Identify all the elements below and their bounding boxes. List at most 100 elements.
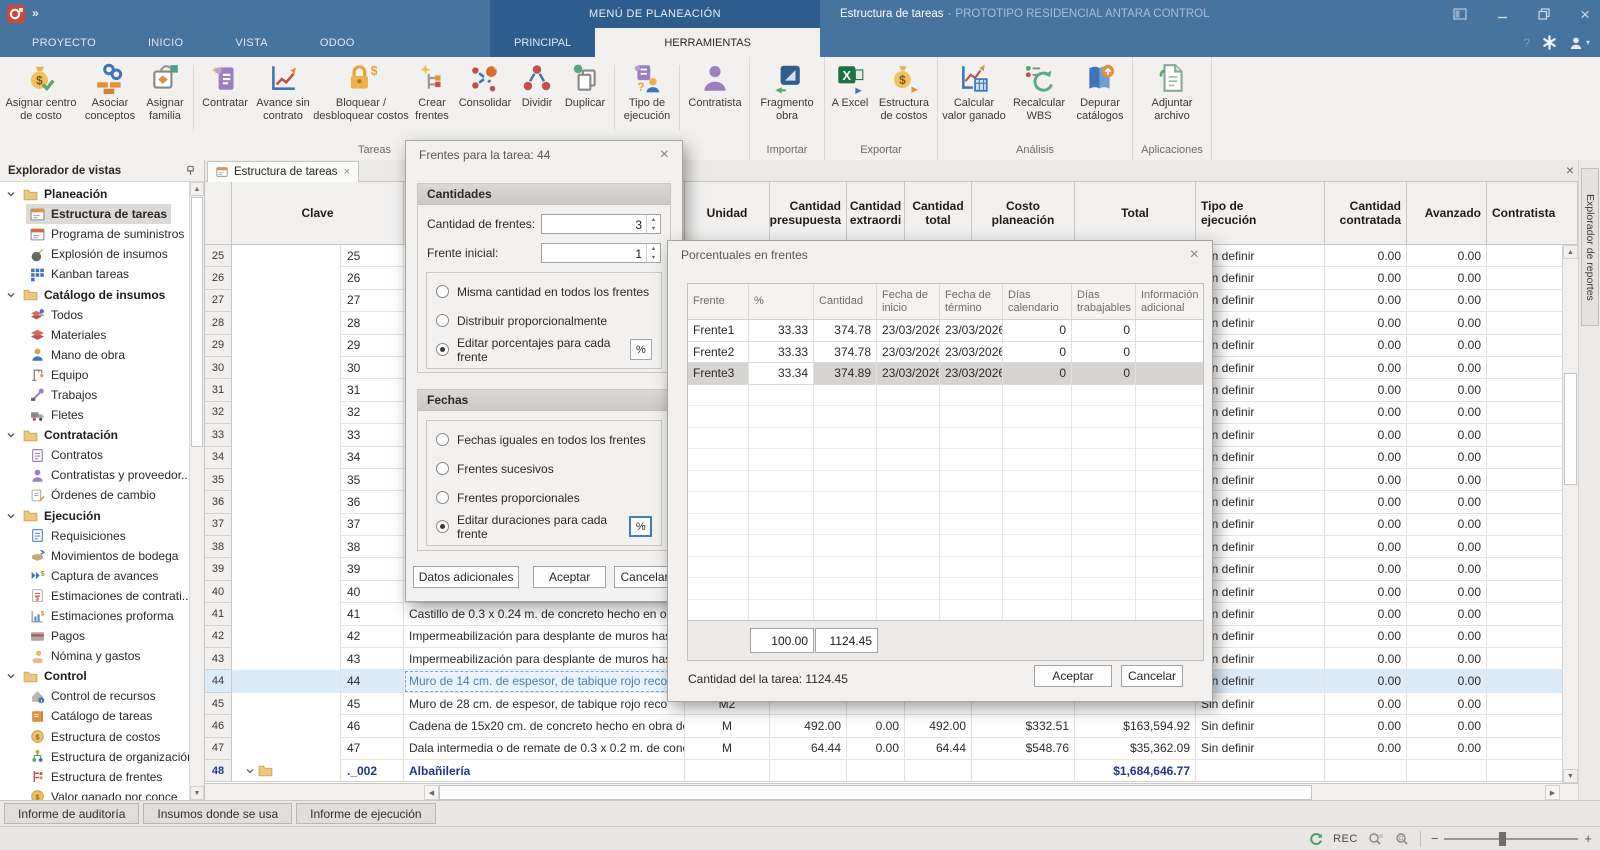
radio-editar-porcentajes-para-cada-frente[interactable]: Editar porcentajes para cada frente% bbox=[436, 335, 652, 364]
sidebar-item-planeacion[interactable]: Planeación bbox=[0, 184, 204, 204]
zoom-slider-thumb[interactable] bbox=[1499, 832, 1506, 846]
cell-cc[interactable]: 0.00 bbox=[1325, 402, 1407, 424]
user-account-icon[interactable]: ▾ bbox=[1569, 36, 1590, 50]
column-header-clave[interactable]: Clave bbox=[232, 182, 404, 244]
percent-button[interactable]: % bbox=[630, 339, 652, 360]
sidebar-item-estimaciones-de-contrati[interactable]: $Estimaciones de contrati... bbox=[0, 586, 204, 606]
cell-cp[interactable]: 64.44 bbox=[770, 738, 847, 760]
cell-tipo[interactable]: Sin definir bbox=[1196, 491, 1325, 513]
ribbon-a-excel[interactable]: XA Excel bbox=[827, 61, 873, 110]
row-number[interactable]: 38 bbox=[205, 536, 232, 558]
cell-clave[interactable]: 34 bbox=[341, 447, 404, 469]
pct-cell[interactable]: 23/03/2026 bbox=[940, 363, 1003, 385]
row-number[interactable]: 43 bbox=[205, 648, 232, 670]
cell-cc[interactable]: 0.00 bbox=[1325, 267, 1407, 289]
sidebar-item-contratistas-y-proveedor[interactable]: Contratistas y proveedor... bbox=[0, 465, 204, 485]
tree-indent-cell[interactable] bbox=[232, 402, 341, 424]
cell-clave[interactable]: 41 bbox=[341, 603, 404, 625]
cell-tipo[interactable]: Sin definir bbox=[1196, 558, 1325, 580]
pct-cell[interactable]: 33.33 bbox=[749, 342, 814, 364]
cell-unidad[interactable] bbox=[685, 760, 770, 782]
porcentuales-dialog-titlebar[interactable]: Porcentuales en frentes × bbox=[668, 241, 1212, 269]
cell-unidad[interactable]: M bbox=[685, 715, 770, 737]
sidebar-item-fletes[interactable]: Fletes bbox=[0, 405, 204, 425]
cell-tipo[interactable]: Sin definir bbox=[1196, 626, 1325, 648]
doc-tab-close-icon[interactable]: × bbox=[344, 166, 350, 178]
row-number[interactable]: 39 bbox=[205, 558, 232, 580]
chevron-down-icon[interactable] bbox=[7, 190, 15, 198]
sidebar-item-ejecucion[interactable]: Ejecución bbox=[0, 506, 204, 526]
ribbon-consolidar[interactable]: Consolidar bbox=[455, 61, 515, 110]
cell-cc[interactable]: 0.00 bbox=[1325, 245, 1407, 267]
pct-column-[interactable]: % bbox=[749, 284, 814, 319]
tree-indent-cell[interactable] bbox=[232, 245, 341, 267]
pct-cell[interactable] bbox=[1136, 320, 1204, 342]
scroll-down-icon[interactable]: ▼ bbox=[190, 786, 204, 800]
cell-ce[interactable]: 0.00 bbox=[847, 738, 905, 760]
cell-av[interactable]: 0.00 bbox=[1407, 335, 1487, 357]
sidebar-item-captura-de-avances[interactable]: $Captura de avances bbox=[0, 566, 204, 586]
tab-estructura-de-tareas[interactable]: Estructura de tareas × bbox=[207, 161, 359, 182]
cell-tipo[interactable]: Sin definir bbox=[1196, 357, 1325, 379]
ribbon-asignar-centro-de-costo[interactable]: $Asignar centro de costo bbox=[2, 61, 80, 123]
tree-indent-cell[interactable] bbox=[232, 648, 341, 670]
cell-costo[interactable]: $548.76 bbox=[972, 738, 1075, 760]
cell-cc[interactable]: 0.00 bbox=[1325, 738, 1407, 760]
radio-editar-duraciones-para-cada-frente[interactable]: Editar duraciones para cada frente% bbox=[436, 512, 652, 541]
row-number[interactable]: 28 bbox=[205, 312, 232, 334]
cancelar-button[interactable]: Cancelar bbox=[1121, 665, 1183, 687]
ribbon-fragmento-obra[interactable]: Fragmento obra bbox=[752, 61, 822, 123]
cell-cc[interactable]: 0.00 bbox=[1325, 290, 1407, 312]
cell-tipo[interactable]: Sin definir bbox=[1196, 379, 1325, 401]
cell-tipo[interactable]: Sin definir bbox=[1196, 402, 1325, 424]
cell-clave[interactable]: 33 bbox=[341, 424, 404, 446]
cell-total[interactable]: $1,684,646.77 bbox=[1075, 760, 1196, 782]
row-number[interactable]: 32 bbox=[205, 402, 232, 424]
frente-row-1[interactable]: Frente133.33374.7823/03/202623/03/202600 bbox=[688, 320, 1203, 342]
pct-cell[interactable]: 374.78 bbox=[814, 342, 877, 364]
view-close-icon[interactable]: × bbox=[1566, 162, 1574, 178]
sidebar-item-todos[interactable]: Todos bbox=[0, 305, 204, 325]
ribbon-contratar[interactable]: Contratar bbox=[197, 61, 253, 110]
cell-cc[interactable]: 0.00 bbox=[1325, 447, 1407, 469]
ribbon-avance-sin-contrato[interactable]: Avance sin contrato bbox=[253, 61, 313, 123]
cell-cc[interactable]: 0.00 bbox=[1325, 469, 1407, 491]
cell-clave[interactable]: 35 bbox=[341, 469, 404, 491]
radio-button-icon[interactable] bbox=[436, 433, 449, 446]
cell-cc[interactable]: 0.00 bbox=[1325, 558, 1407, 580]
cell-tipo[interactable]: Sin definir bbox=[1196, 245, 1325, 267]
pin-icon[interactable] bbox=[185, 165, 196, 176]
cell-cc[interactable]: 0.00 bbox=[1325, 670, 1407, 692]
cell-cc[interactable]: 0.00 bbox=[1325, 312, 1407, 334]
row-number[interactable]: 27 bbox=[205, 290, 232, 312]
tree-indent-cell[interactable] bbox=[232, 379, 341, 401]
tree-indent-cell[interactable] bbox=[232, 469, 341, 491]
tree-indent-cell[interactable] bbox=[232, 715, 341, 737]
cell-cc[interactable]: 0.00 bbox=[1325, 536, 1407, 558]
app-logo-icon[interactable] bbox=[7, 5, 25, 23]
cell-tipo[interactable]: Sin definir bbox=[1196, 514, 1325, 536]
row-number[interactable]: 37 bbox=[205, 514, 232, 536]
menu-tab-vista[interactable]: VISTA bbox=[209, 28, 293, 57]
radio-button-icon[interactable] bbox=[436, 520, 449, 533]
pct-cell[interactable]: 374.78 bbox=[814, 320, 877, 342]
bottom-tab-informe-de-auditoria[interactable]: Informe de auditoría bbox=[4, 803, 139, 824]
tree-indent-cell[interactable] bbox=[232, 581, 341, 603]
cell-cc[interactable]: 0.00 bbox=[1325, 626, 1407, 648]
cell-av[interactable]: 0.00 bbox=[1407, 447, 1487, 469]
sidebar-item-mano-de-obra[interactable]: Mano de obra bbox=[0, 345, 204, 365]
zoom-slider-track[interactable] bbox=[1444, 838, 1578, 840]
cell-clave[interactable]: 45 bbox=[341, 693, 404, 715]
cell-cc[interactable]: 0.00 bbox=[1325, 603, 1407, 625]
quick-access-chevrons[interactable]: » bbox=[32, 6, 39, 20]
radio-fechas-iguales-en-todos-los-frentes[interactable]: Fechas iguales en todos los frentes bbox=[436, 425, 652, 454]
ribbon-contratista[interactable]: Contratista bbox=[683, 61, 747, 110]
ribbon-dividir[interactable]: Dividir bbox=[515, 61, 559, 110]
row-number[interactable]: 31 bbox=[205, 379, 232, 401]
tree-indent-cell[interactable] bbox=[232, 536, 341, 558]
total-percent-box[interactable]: 100.00 bbox=[750, 628, 814, 653]
cell-tipo[interactable]: Sin definir bbox=[1196, 447, 1325, 469]
column-header-n[interactable] bbox=[205, 182, 232, 244]
sidebar-item-control-de-recursos[interactable]: iControl de recursos bbox=[0, 686, 204, 706]
ribbon-duplicar[interactable]: Duplicar bbox=[559, 61, 611, 110]
